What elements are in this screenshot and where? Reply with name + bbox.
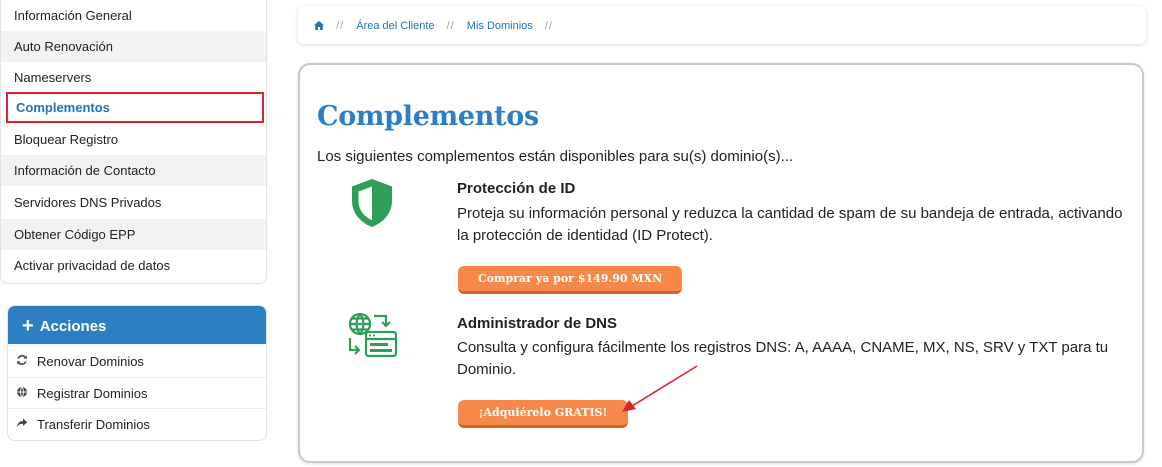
page-title: Complementos: [317, 101, 539, 132]
home-icon[interactable]: [314, 20, 327, 32]
dns-manager-icon: [346, 312, 400, 367]
addon-name-dns-manager: Administrador de DNS: [457, 315, 618, 332]
page-subtitle: Los siguientes complementos están dispon…: [317, 148, 794, 165]
action-renovar-dominios[interactable]: Renovar Dominios: [8, 345, 266, 376]
domain-menu: Información General Auto Renovación Name…: [0, 0, 267, 284]
menu-item-bloquear-registro[interactable]: Bloquear Registro: [1, 124, 266, 155]
actions-header: + Acciones: [8, 306, 266, 344]
globe-icon: [15, 379, 29, 410]
addons-panel: Complementos Los siguientes complementos…: [298, 63, 1144, 463]
actions-panel: + Acciones Renovar Dominios Registrar Dom…: [7, 305, 267, 441]
breadcrumb: // Área del Cliente // Mis Dominios //: [298, 6, 1146, 44]
menu-item-informacion-contacto[interactable]: Información de Contacto: [1, 155, 266, 186]
addon-name-id-protection: Protección de ID: [457, 180, 576, 197]
buy-id-protection-button[interactable]: Comprar ya por $149.90 MXN: [458, 266, 682, 294]
menu-item-complementos[interactable]: Complementos: [6, 92, 264, 123]
refresh-icon: [15, 347, 29, 378]
get-dns-manager-button[interactable]: ¡Adquiérelo GRATIS!: [458, 400, 628, 428]
plus-icon: +: [22, 315, 34, 337]
menu-item-informacion-general[interactable]: Información General: [1, 0, 266, 31]
breadcrumb-separator: //: [544, 20, 553, 32]
menu-item-nameservers[interactable]: Nameservers: [1, 62, 266, 93]
menu-item-codigo-epp[interactable]: Obtener Código EPP: [1, 219, 266, 250]
action-label: Transferir Dominios: [37, 417, 150, 432]
addon-description-dns-manager: Consulta y configura fácilmente los regi…: [457, 339, 1109, 378]
breadcrumb-mis-dominios[interactable]: Mis Dominios: [467, 20, 533, 32]
menu-item-privacidad-datos[interactable]: Activar privacidad de datos: [1, 250, 266, 281]
action-label: Registrar Dominios: [37, 386, 148, 401]
breadcrumb-area-cliente[interactable]: Área del Cliente: [356, 20, 434, 32]
addon-description-id-protection: Proteja su información personal y reduzc…: [457, 205, 1123, 244]
actions-title: Acciones: [39, 318, 107, 335]
breadcrumb-separator: //: [336, 20, 345, 32]
shield-icon: [348, 178, 396, 233]
menu-item-servidores-dns[interactable]: Servidores DNS Privados: [1, 187, 266, 218]
action-transferir-dominios[interactable]: Transferir Dominios: [8, 408, 266, 439]
menu-item-auto-renovacion[interactable]: Auto Renovación: [1, 31, 266, 62]
share-arrow-icon: [15, 410, 29, 440]
breadcrumb-separator: //: [446, 20, 455, 32]
action-registrar-dominios[interactable]: Registrar Dominios: [8, 377, 266, 408]
action-label: Renovar Dominios: [37, 354, 144, 369]
